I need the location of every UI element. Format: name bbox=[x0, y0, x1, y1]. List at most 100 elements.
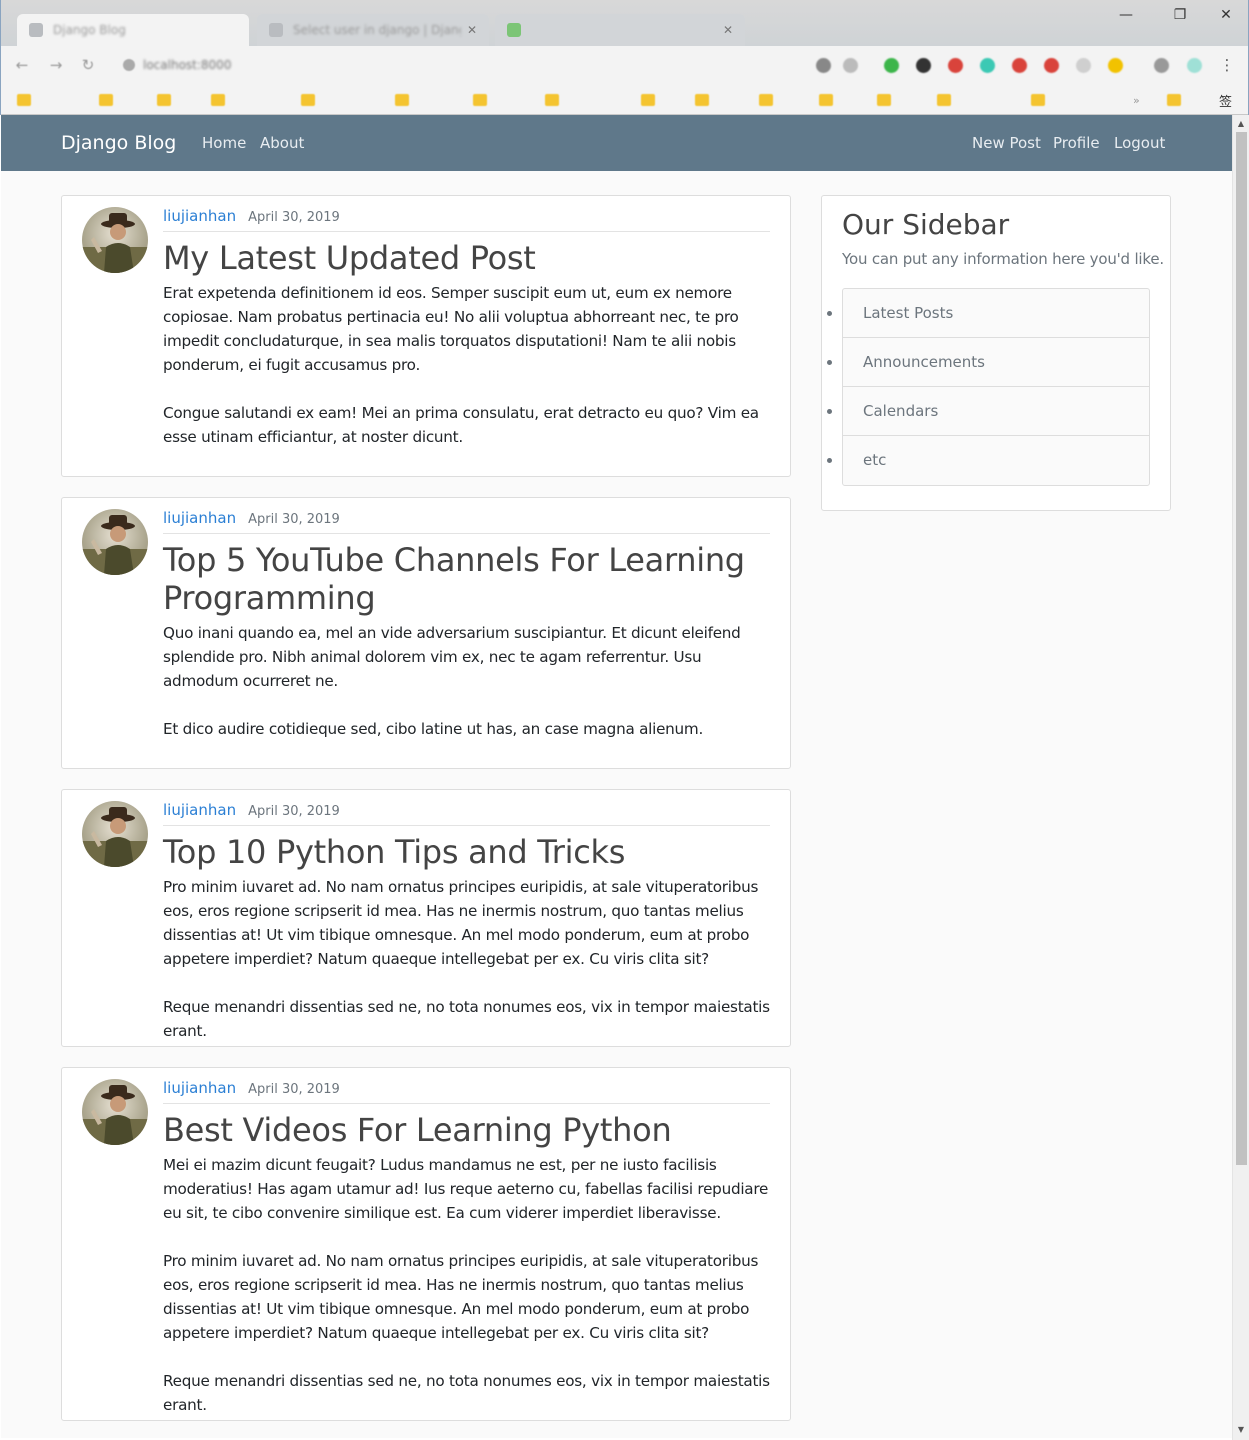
tab-third[interactable]: ✕ bbox=[495, 14, 745, 46]
extension-icon[interactable] bbox=[1154, 58, 1169, 73]
sidebar-item-announcements[interactable]: Announcements bbox=[843, 338, 1149, 387]
folder-icon bbox=[937, 94, 951, 106]
bookmark-folder[interactable] bbox=[157, 91, 177, 109]
post-date: April 30, 2019 bbox=[248, 1082, 340, 1097]
bookmark-folder[interactable] bbox=[877, 91, 897, 109]
post-title-link[interactable]: Top 10 Python Tips and Tricks bbox=[163, 833, 770, 871]
post-author-link[interactable]: liujianhan bbox=[163, 509, 236, 527]
post-title-link[interactable]: Best Videos For Learning Python bbox=[163, 1111, 770, 1149]
nav-logout-link[interactable]: Logout bbox=[1114, 134, 1165, 152]
post-body: liujianhan April 30, 2019 My Latest Upda… bbox=[163, 207, 770, 449]
bookmark-folder[interactable] bbox=[819, 91, 839, 109]
tab-favicon-icon bbox=[269, 23, 283, 37]
bookmark-folder[interactable] bbox=[211, 91, 231, 109]
tab-select-user[interactable]: Select user in django | Django ✕ bbox=[257, 14, 489, 46]
sidebar-subtitle: You can put any information here you'd l… bbox=[842, 250, 1164, 268]
nav-profile-link[interactable]: Profile bbox=[1053, 134, 1100, 152]
nav-about-link[interactable]: About bbox=[260, 134, 304, 152]
nav-new-post-link[interactable]: New Post bbox=[972, 134, 1041, 152]
back-arrow-icon[interactable]: ← bbox=[11, 54, 33, 76]
page-scrollbar[interactable]: ▲ ▼ bbox=[1232, 115, 1249, 1440]
bookmark-folder[interactable] bbox=[937, 91, 957, 109]
extension-icon[interactable] bbox=[1076, 58, 1091, 73]
post-author-link[interactable]: liujianhan bbox=[163, 1079, 236, 1097]
author-avatar[interactable] bbox=[82, 207, 148, 273]
post-content: Pro minim iuvaret ad. No nam ornatus pri… bbox=[163, 878, 770, 1040]
extension-icon[interactable] bbox=[884, 58, 899, 73]
extension-icon[interactable] bbox=[980, 58, 995, 73]
sidebar-item-latest-posts[interactable]: Latest Posts bbox=[843, 289, 1149, 338]
sidebar-item-etc[interactable]: etc bbox=[843, 436, 1149, 485]
post-date: April 30, 2019 bbox=[248, 512, 340, 527]
bookmark-folder[interactable] bbox=[99, 91, 119, 109]
tab-close-icon[interactable]: ✕ bbox=[467, 23, 477, 37]
minimize-icon[interactable]: — bbox=[1111, 4, 1141, 26]
scroll-up-icon[interactable]: ▲ bbox=[1233, 115, 1249, 132]
bookmark-folder[interactable] bbox=[473, 91, 493, 109]
extension-icon[interactable] bbox=[916, 58, 931, 73]
tab-title: Select user in django | Django bbox=[293, 23, 461, 37]
bookmark-folder[interactable] bbox=[395, 91, 415, 109]
folder-icon bbox=[819, 94, 833, 106]
extension-icon[interactable] bbox=[1044, 58, 1059, 73]
folder-icon bbox=[301, 94, 315, 106]
bookmark-folder[interactable] bbox=[1031, 91, 1051, 109]
sidebar-list: Latest Posts Announcements Calendars etc bbox=[842, 288, 1150, 486]
maximize-icon[interactable]: ❐ bbox=[1165, 4, 1195, 26]
post-meta: liujianhan April 30, 2019 bbox=[163, 801, 770, 826]
bookmark-folder[interactable] bbox=[301, 91, 321, 109]
extension-icon[interactable] bbox=[1187, 58, 1202, 73]
other-bookmarks-label[interactable]: 签 bbox=[1219, 91, 1232, 110]
post-content: Erat expetenda definitionem id eos. Semp… bbox=[163, 284, 759, 446]
close-window-icon[interactable]: ✕ bbox=[1211, 4, 1241, 26]
address-bar[interactable]: localhost:8000 bbox=[111, 52, 811, 78]
nav-home-link[interactable]: Home bbox=[202, 134, 246, 152]
bookmark-folder[interactable] bbox=[641, 91, 661, 109]
folder-icon bbox=[211, 94, 225, 106]
folder-icon bbox=[99, 94, 113, 106]
scroll-down-icon[interactable]: ▼ bbox=[1233, 1421, 1249, 1438]
sidebar-title: Our Sidebar bbox=[842, 208, 1010, 241]
address-text: localhost:8000 bbox=[143, 58, 232, 72]
post-author-link[interactable]: liujianhan bbox=[163, 207, 236, 225]
folder-icon bbox=[877, 94, 891, 106]
bookmarks-overflow-chevron-icon[interactable]: » bbox=[1133, 91, 1140, 109]
bookmark-folder[interactable] bbox=[695, 91, 715, 109]
page-viewport: Django Blog Home About New Post Profile … bbox=[1, 115, 1232, 1438]
folder-icon bbox=[545, 94, 559, 106]
post-card: liujianhan April 30, 2019 Top 5 YouTube … bbox=[61, 497, 791, 769]
brand-link[interactable]: Django Blog bbox=[61, 132, 176, 154]
post-title-link[interactable]: Top 5 YouTube Channels For Learning Prog… bbox=[163, 541, 770, 617]
author-avatar[interactable] bbox=[82, 801, 148, 867]
post-date: April 30, 2019 bbox=[248, 804, 340, 819]
tab-django-blog[interactable]: Django Blog bbox=[17, 14, 249, 46]
bookmark-folder[interactable] bbox=[1167, 91, 1187, 109]
extension-icon[interactable] bbox=[843, 58, 858, 73]
sidebar: Our Sidebar You can put any information … bbox=[821, 195, 1171, 511]
reload-icon[interactable]: ↻ bbox=[77, 54, 99, 76]
post-body: liujianhan April 30, 2019 Top 5 YouTube … bbox=[163, 509, 770, 741]
author-avatar[interactable] bbox=[82, 509, 148, 575]
post-meta: liujianhan April 30, 2019 bbox=[163, 1079, 770, 1104]
scrollbar-thumb[interactable] bbox=[1236, 132, 1247, 1165]
forward-arrow-icon[interactable]: → bbox=[45, 54, 67, 76]
kebab-menu-icon[interactable]: ⋮ bbox=[1216, 54, 1238, 76]
extension-icon[interactable] bbox=[948, 58, 963, 73]
author-avatar[interactable] bbox=[82, 1079, 148, 1145]
bookmark-folder[interactable] bbox=[759, 91, 779, 109]
bookmarks-bar: » 签 bbox=[1, 84, 1248, 115]
post-meta: liujianhan April 30, 2019 bbox=[163, 509, 770, 534]
post-card: liujianhan April 30, 2019 My Latest Upda… bbox=[61, 195, 791, 477]
sidebar-item-calendars[interactable]: Calendars bbox=[843, 387, 1149, 436]
bookmark-folder[interactable] bbox=[17, 91, 37, 109]
post-author-link[interactable]: liujianhan bbox=[163, 801, 236, 819]
post-title-link[interactable]: My Latest Updated Post bbox=[163, 239, 770, 277]
extension-icon[interactable] bbox=[1108, 58, 1123, 73]
site-info-icon[interactable] bbox=[123, 59, 135, 71]
bookmark-folder[interactable] bbox=[545, 91, 565, 109]
tab-favicon-icon bbox=[507, 23, 521, 37]
tab-close-icon[interactable]: ✕ bbox=[723, 23, 733, 37]
extension-icon[interactable] bbox=[816, 58, 831, 73]
folder-icon bbox=[641, 94, 655, 106]
extension-icon[interactable] bbox=[1012, 58, 1027, 73]
